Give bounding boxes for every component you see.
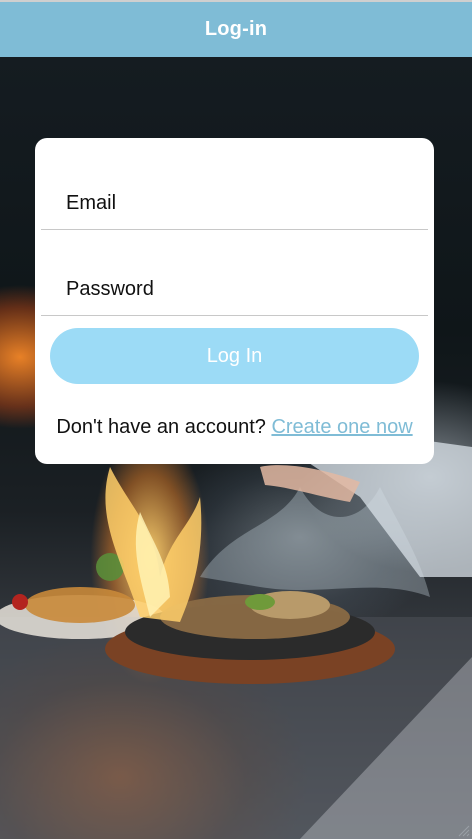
signup-row: Don't have an account? Create one now	[35, 416, 434, 439]
page-title: Log-in	[204, 18, 268, 40]
email-field[interactable]: Email	[41, 190, 428, 230]
login-card: Email Password Log In Don't have an acco…	[35, 138, 434, 464]
app-header: Log-in	[0, 0, 472, 57]
email-input[interactable]	[41, 190, 428, 229]
create-account-link[interactable]: Create one now	[271, 416, 412, 438]
password-field[interactable]: Password	[41, 276, 428, 316]
signup-prompt: Don't have an account?	[56, 416, 272, 438]
password-input[interactable]	[41, 276, 428, 315]
resize-grip-icon[interactable]	[456, 823, 470, 837]
login-button[interactable]: Log In	[50, 328, 419, 384]
